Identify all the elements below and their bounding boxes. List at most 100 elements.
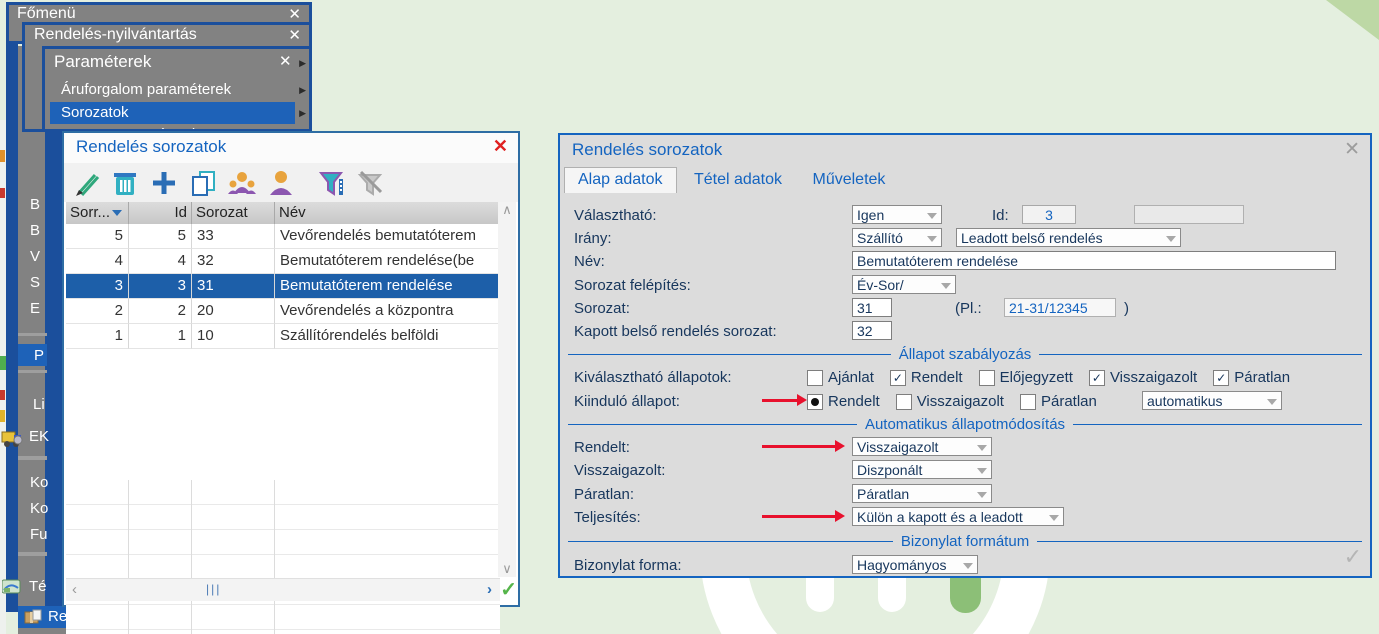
table-row[interactable]: 2 2 20 Vevőrendelés a központra	[66, 299, 500, 324]
menu-item-partial[interactable]: Té	[29, 578, 47, 595]
checkbox-checked-icon[interactable]: ✓	[1213, 369, 1230, 386]
scroll-down-icon[interactable]: ∨	[502, 561, 512, 577]
submenu-arrow-icon: ▶	[299, 85, 306, 95]
checkbox-checked-icon[interactable]: ✓	[1088, 369, 1105, 386]
column-header-nev[interactable]: Név	[275, 202, 500, 224]
table-row[interactable]: 4 4 32 Bemutatóterem rendelése(be	[66, 249, 500, 274]
checkbox-ajanlat[interactable]: Ajánlat	[807, 369, 874, 386]
edit-button[interactable]	[70, 167, 102, 199]
tab-tetel-adatok[interactable]: Tétel adatok	[681, 168, 795, 193]
group-button[interactable]	[226, 167, 258, 199]
menu-item-partial[interactable]: E	[30, 300, 40, 317]
rendelt-dropdown[interactable]: Visszaigazolt	[852, 437, 992, 456]
menu-item-partial[interactable]: B	[30, 196, 40, 213]
table-row-selected[interactable]: 3 3 31 Bemutatóterem rendelése	[66, 274, 500, 299]
teljesites-dropdown[interactable]: Külön a kapott és a leadott	[852, 507, 1064, 526]
checkbox-label: Előjegyzett	[999, 369, 1073, 386]
user-button[interactable]	[265, 167, 297, 199]
paratlan-dropdown[interactable]: Páratlan	[852, 484, 992, 503]
valaszthato-dropdown[interactable]: Igen	[852, 205, 942, 224]
automatikus-dropdown[interactable]: automatikus	[1142, 391, 1282, 410]
scroll-up-icon[interactable]: ∧	[502, 202, 512, 218]
close-icon[interactable]: ✕	[493, 136, 508, 157]
irany-dropdown[interactable]: Szállító	[852, 228, 942, 247]
sorozat-felepites-dropdown[interactable]: Év-Sor/	[852, 275, 956, 294]
table-row[interactable]: 1 1 10 Szállítórendelés belföldi	[66, 324, 500, 349]
add-button[interactable]	[148, 167, 180, 199]
checkbox-icon[interactable]	[807, 369, 823, 386]
checkbox-paratlan-kiindulo[interactable]: Páratlan	[1019, 393, 1097, 410]
tab-alap-adatok[interactable]: Alap adatok	[564, 167, 677, 193]
menu-item-partial[interactable]: Ko	[30, 500, 48, 517]
close-icon[interactable]: ✕	[288, 7, 301, 22]
close-icon[interactable]: ✕	[288, 28, 301, 43]
clear-filter-button[interactable]	[355, 167, 387, 199]
menu-item-partial[interactable]: Fu	[30, 526, 48, 543]
cell-id: 1	[129, 324, 192, 349]
visszaigazolt-dropdown[interactable]: Diszponált	[852, 460, 992, 479]
menu-item-partial[interactable]: S	[30, 274, 40, 291]
checkbox-icon[interactable]	[895, 393, 912, 410]
column-header-sorr[interactable]: Sorr...	[66, 202, 129, 224]
checkbox-checked-icon[interactable]: ✓	[889, 369, 906, 386]
menu-item-partial[interactable]: B	[30, 222, 40, 239]
radio-selected-icon[interactable]	[807, 393, 823, 410]
delete-button[interactable]	[109, 167, 141, 199]
checkbox-rendelt[interactable]: ✓ Rendelt	[889, 369, 963, 386]
checkbox-icon[interactable]	[1019, 393, 1036, 410]
menu-item-partial-selected[interactable]: P	[34, 347, 44, 364]
dialog-title: Rendelés sorozatok	[572, 140, 723, 159]
cell-sorozat: 33	[192, 224, 275, 249]
tab-muveletek[interactable]: Műveletek	[799, 168, 898, 193]
close-icon[interactable]: ✕	[1344, 138, 1360, 161]
toolbar	[64, 163, 518, 202]
menu-item-partial[interactable]: V	[30, 248, 40, 265]
menu-item-partial[interactable]: Li	[33, 396, 45, 413]
sort-icon	[112, 210, 123, 217]
checkbox-icon[interactable]	[978, 369, 995, 386]
checkbox-visszaigazolt[interactable]: ✓ Visszaigazolt	[1088, 369, 1197, 386]
menu-item-partial[interactable]: EK	[29, 428, 49, 445]
plus-icon	[153, 171, 175, 194]
filter-button[interactable]	[316, 167, 348, 199]
map-icon	[2, 579, 21, 594]
nev-input[interactable]: Bemutatóterem rendelése	[852, 251, 1336, 270]
radio-rendelt[interactable]: Rendelt	[807, 393, 880, 410]
column-header-sorozat[interactable]: Sorozat	[192, 202, 275, 224]
menu-item-partial[interactable]: Ko	[30, 474, 48, 491]
bizonylat-forma-dropdown[interactable]: Hagyományos	[852, 555, 978, 574]
menu-item-sorozatok[interactable]: Sorozatok	[50, 102, 295, 124]
checkbox-paratlan[interactable]: ✓ Páratlan	[1213, 369, 1290, 386]
close-icon[interactable]: ✕	[279, 54, 292, 69]
cell-id: 5	[129, 224, 192, 249]
scroll-left-icon[interactable]: ‹	[72, 581, 77, 598]
menu-icon-sliver-1	[0, 150, 5, 162]
confirm-check-icon-disabled[interactable]: ✓	[1344, 544, 1362, 570]
section-bizonylat-formatum: Bizonylat formátum	[568, 532, 1362, 550]
column-header-id[interactable]: Id	[129, 202, 192, 224]
irany-type-dropdown[interactable]: Leadott belső rendelés	[956, 228, 1181, 247]
copy-button[interactable]	[187, 167, 219, 199]
table-row[interactable]: 5 5 33 Vevőrendelés bemutatóterem	[66, 224, 500, 249]
empty-field[interactable]	[1134, 205, 1244, 224]
horizontal-scrollbar[interactable]: ‹ ||| ›	[66, 578, 500, 601]
vertical-scrollbar[interactable]: ∧ ∨	[498, 202, 516, 577]
table-header[interactable]: Sorr... Id Sorozat Név	[66, 202, 500, 224]
checkbox-elojegyzett[interactable]: Előjegyzett	[978, 369, 1073, 386]
menu-item-aruforgalom[interactable]: Áruforgalom paraméterek	[61, 81, 231, 98]
cell-sorozat: 10	[192, 324, 275, 349]
menu-item-label: Sorozatok	[61, 104, 129, 121]
cell-sorozat: 31	[192, 274, 275, 299]
user-icon	[270, 170, 292, 195]
cell-nev: Bemutatóterem rendelése(be	[275, 249, 500, 274]
field-label: Visszaigazolt:	[574, 462, 666, 479]
checkbox-visszaigazolt-kiindulo[interactable]: Visszaigazolt	[895, 393, 1004, 410]
window-parameterek: Paraméterek ✕ ▶ Áruforgalom paraméterek …	[42, 46, 312, 132]
field-row-valaszthato: Választható: Igen Id: 3	[574, 205, 1362, 226]
scroll-grip[interactable]: |||	[206, 582, 221, 596]
sorozat-input[interactable]: 31	[852, 298, 892, 317]
kapott-input[interactable]: 32	[852, 321, 892, 340]
example-value-field: 21-31/12345	[1004, 298, 1116, 317]
scroll-right-icon[interactable]: ›	[487, 581, 492, 598]
confirm-check-icon[interactable]: ✓	[500, 577, 517, 602]
